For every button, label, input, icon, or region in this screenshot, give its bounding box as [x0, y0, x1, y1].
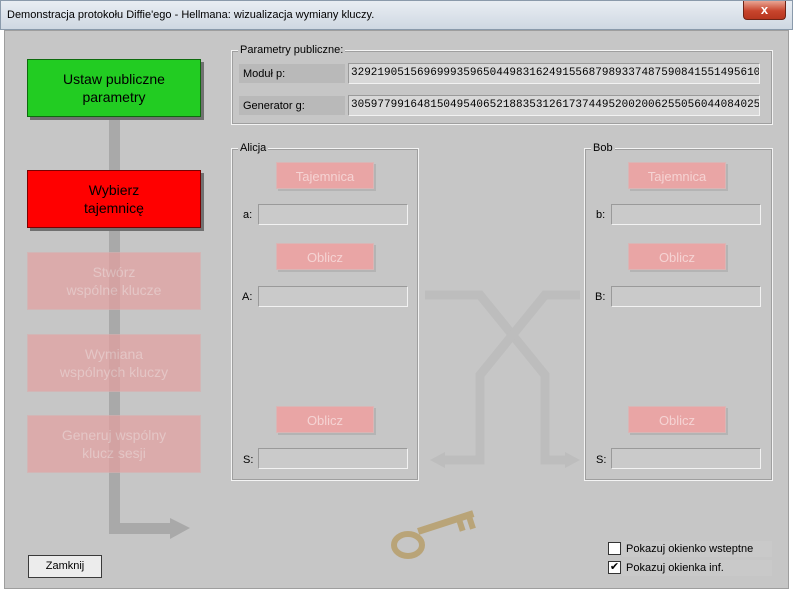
alice-compute-shared-button[interactable]: Oblicz: [276, 406, 374, 433]
alice-a-label: a:: [243, 209, 253, 221]
create-shared-keys-label: Stwórz wspólne klucze: [66, 264, 162, 298]
flow-arrow-head: [170, 518, 190, 539]
set-public-params-label: Ustaw publiczne parametry: [63, 71, 165, 105]
alice-a-field[interactable]: [258, 204, 408, 225]
alice-secret-button[interactable]: Tajemnica: [276, 162, 374, 189]
show-intro-label: Pokazuj okienko wsteptne: [622, 541, 772, 557]
bob-secret-button[interactable]: Tajemnica: [628, 162, 726, 189]
alice-A-label: A:: [242, 291, 253, 303]
set-public-params-button[interactable]: Ustaw publiczne parametry: [27, 59, 201, 117]
arrow-to-alice-head: [430, 452, 445, 468]
show-intro-checkbox[interactable]: [608, 542, 621, 555]
show-info-checkbox[interactable]: ✔: [608, 561, 621, 574]
modulus-field[interactable]: 3292190515696999359650449831624915568798…: [348, 63, 760, 84]
generate-session-key-button[interactable]: Generuj wspólny klucz sesji: [27, 415, 201, 473]
arrow-to-bob-head: [565, 452, 580, 468]
show-info-label: Pokazuj okienka inf.: [622, 560, 772, 576]
bob-S-label: S:: [596, 454, 607, 466]
modulus-label: Moduł p:: [243, 68, 286, 80]
bob-b-field[interactable]: [611, 204, 761, 225]
bob-B-field[interactable]: [611, 286, 761, 307]
generate-session-key-label: Generuj wspólny klucz sesji: [61, 427, 167, 461]
bob-b-label: b:: [596, 209, 606, 221]
alice-compute-public-button[interactable]: Oblicz: [276, 243, 374, 270]
create-shared-keys-button[interactable]: Stwórz wspólne klucze: [27, 252, 201, 310]
public-params-legend: Parametry publiczne:: [238, 44, 346, 56]
flow-arrow-shaft: [109, 523, 171, 534]
choose-secret-button[interactable]: Wybierz tajemnicę: [27, 170, 201, 228]
bob-S-field[interactable]: [611, 448, 761, 469]
alice-legend: Alicja: [238, 142, 269, 154]
alice-S-label: S:: [243, 454, 254, 466]
bob-compute-public-button[interactable]: Oblicz: [628, 243, 726, 270]
generator-field[interactable]: 3059779916481504954065218835312617374495…: [348, 95, 760, 116]
bob-B-label: B:: [595, 291, 606, 303]
exchange-keys-label: Wymiana wspólnych kluczy: [59, 346, 169, 380]
close-button[interactable]: Zamknij: [28, 555, 102, 578]
alice-S-field[interactable]: [258, 448, 408, 469]
bob-compute-shared-button[interactable]: Oblicz: [628, 406, 726, 433]
alice-A-field[interactable]: [258, 286, 408, 307]
exchange-arrows-graphic: [425, 290, 580, 465]
generator-label: Generator g:: [243, 100, 305, 112]
choose-secret-label: Wybierz tajemnicę: [84, 182, 144, 216]
checkmark-icon: ✔: [609, 561, 620, 573]
bob-legend: Bob: [591, 142, 615, 154]
exchange-keys-button[interactable]: Wymiana wspólnych kluczy: [27, 334, 201, 392]
key-icon: [391, 510, 476, 559]
